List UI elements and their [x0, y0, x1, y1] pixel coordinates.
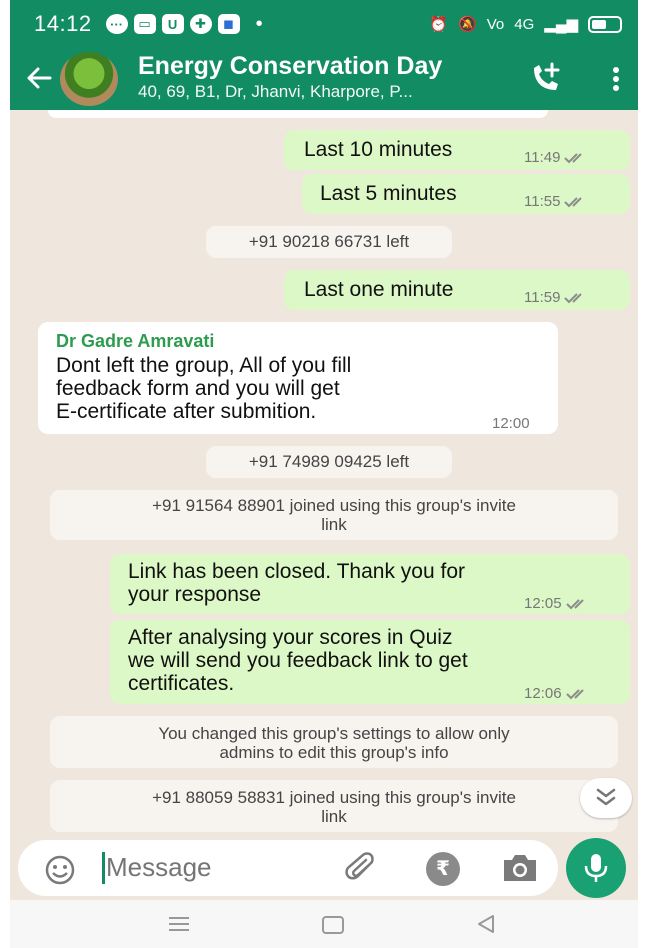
battery-icon	[588, 15, 622, 33]
outgoing-message[interactable]: Link has been closed. Thank you for your…	[110, 554, 630, 614]
chat-area[interactable]: Last 10 minutes 11:49 Last 5 minutes 11:…	[10, 110, 638, 836]
network-label: 4G	[514, 15, 535, 33]
system-message: +91 74989 09425 left	[206, 446, 452, 478]
rupee-payment-icon[interactable]: ₹	[426, 852, 460, 886]
message-notification-icon: ···	[105, 14, 128, 34]
message-time: 12:06	[524, 685, 562, 702]
signal-icon: ▂▄▆	[544, 16, 578, 33]
emoji-icon[interactable]	[44, 854, 76, 886]
microphone-button[interactable]	[566, 838, 626, 898]
message-meta: 12:06	[524, 682, 590, 705]
system-line: You changed this group's settings to all…	[158, 724, 510, 743]
system-message: +91 88059 58831 joined using this group'…	[50, 780, 618, 832]
composer-bar: ₹	[10, 836, 638, 900]
outgoing-message[interactable]: After analysing your scores in Quiz we w…	[110, 620, 630, 704]
message-input-container[interactable]: ₹	[18, 840, 558, 896]
system-line: link	[321, 515, 347, 534]
status-bar: 14:12 ··· ▭ U ✚ ◼ • ⏰ 🔕 Vo 4G ▂▄▆	[10, 0, 638, 48]
nav-back-icon[interactable]	[476, 914, 496, 934]
text-cursor	[102, 852, 105, 884]
message-line: feedback form and you will get	[56, 377, 340, 400]
group-participants[interactable]: 40, 69, B1, Dr, Jhanvi, Kharpore, P...	[138, 82, 413, 102]
add-call-icon[interactable]	[528, 62, 564, 96]
double-chevron-down-icon	[596, 788, 616, 806]
outgoing-message[interactable]: Last one minute 11:59	[284, 270, 630, 310]
message-time: 12:00	[492, 415, 530, 432]
message-time: 11:49	[524, 149, 561, 166]
message-sender: Dr Gadre Amravati	[56, 331, 215, 351]
alarm-icon: ⏰	[429, 16, 449, 33]
outgoing-message[interactable]: Last 10 minutes 11:49	[284, 130, 630, 170]
double-tick-icon	[565, 689, 584, 700]
message-meta: 11:59	[524, 286, 588, 309]
camera-icon[interactable]	[500, 852, 540, 884]
message-line: your response	[128, 583, 262, 606]
message-input[interactable]	[106, 852, 326, 883]
previous-message-edge	[48, 110, 548, 118]
message-line: E-certificate after submition.	[56, 400, 317, 423]
group-title[interactable]: Energy Conservation Day	[138, 52, 442, 81]
message-meta: 11:55	[524, 190, 588, 213]
paperclip-icon[interactable]	[344, 852, 380, 886]
tv-app-icon: ▭	[133, 14, 156, 34]
scroll-to-bottom-button[interactable]	[580, 778, 632, 818]
system-message: +91 91564 88901 joined using this group'…	[50, 490, 618, 540]
chat-header: Energy Conservation Day 40, 69, B1, Dr, …	[10, 48, 638, 110]
message-line: Link has been closed. Thank you for	[128, 560, 465, 583]
system-line: +91 88059 58831 joined using this group'…	[152, 788, 516, 807]
status-time: 14:12	[34, 11, 92, 36]
message-text: Dont left the group, All of you fill fee…	[56, 354, 351, 423]
u-app-icon: U	[161, 14, 184, 34]
double-tick-icon	[564, 153, 583, 164]
system-status-icons: ⏰ 🔕 Vo 4G ▂▄▆	[429, 15, 622, 33]
message-meta: 11:49	[524, 146, 588, 169]
message-line: we will send you feedback link to get	[128, 649, 468, 672]
gamepad-icon: ✚	[189, 14, 212, 34]
volte-icon: Vo	[486, 15, 505, 33]
double-tick-icon	[565, 599, 584, 610]
more-options-icon[interactable]	[608, 62, 624, 96]
system-line: +91 91564 88901 joined using this group'…	[152, 496, 516, 515]
outgoing-message[interactable]: Last 5 minutes 11:55	[302, 174, 630, 214]
message-line: Dont left the group, All of you fill	[56, 354, 352, 377]
message-time: 11:55	[524, 193, 561, 210]
blue-app-icon: ◼	[217, 14, 240, 34]
system-message: You changed this group's settings to all…	[50, 716, 618, 768]
message-line: After analysing your scores in Quiz	[128, 626, 453, 649]
mute-icon: 🔕	[458, 16, 477, 33]
microphone-icon	[584, 854, 608, 882]
message-time: 12:05	[524, 595, 562, 612]
message-text: Last one minute	[304, 278, 454, 301]
message-line: certificates.	[128, 672, 235, 695]
message-text: After analysing your scores in Quiz we w…	[128, 626, 468, 695]
notification-icons: ··· ▭ U ✚ ◼ •	[105, 12, 263, 36]
home-icon[interactable]	[322, 916, 344, 934]
more-notifications-dot-icon: •	[255, 12, 263, 35]
system-line: link	[321, 807, 347, 826]
message-text: Last 10 minutes	[304, 138, 453, 161]
message-meta: 12:05	[524, 592, 590, 615]
group-avatar[interactable]	[60, 52, 118, 106]
back-arrow-icon[interactable]	[22, 58, 56, 98]
message-time: 11:59	[524, 289, 561, 306]
message-text: Link has been closed. Thank you for your…	[128, 560, 465, 606]
incoming-message[interactable]: Dr Gadre Amravati Dont left the group, A…	[38, 322, 558, 434]
system-message: +91 90218 66731 left	[206, 226, 452, 258]
double-tick-icon	[564, 293, 583, 304]
recent-apps-icon[interactable]	[168, 916, 190, 932]
system-line: admins to edit this group's info	[219, 743, 449, 762]
double-tick-icon	[564, 197, 583, 208]
system-navigation-bar	[10, 900, 638, 948]
message-text: Last 5 minutes	[320, 182, 457, 205]
